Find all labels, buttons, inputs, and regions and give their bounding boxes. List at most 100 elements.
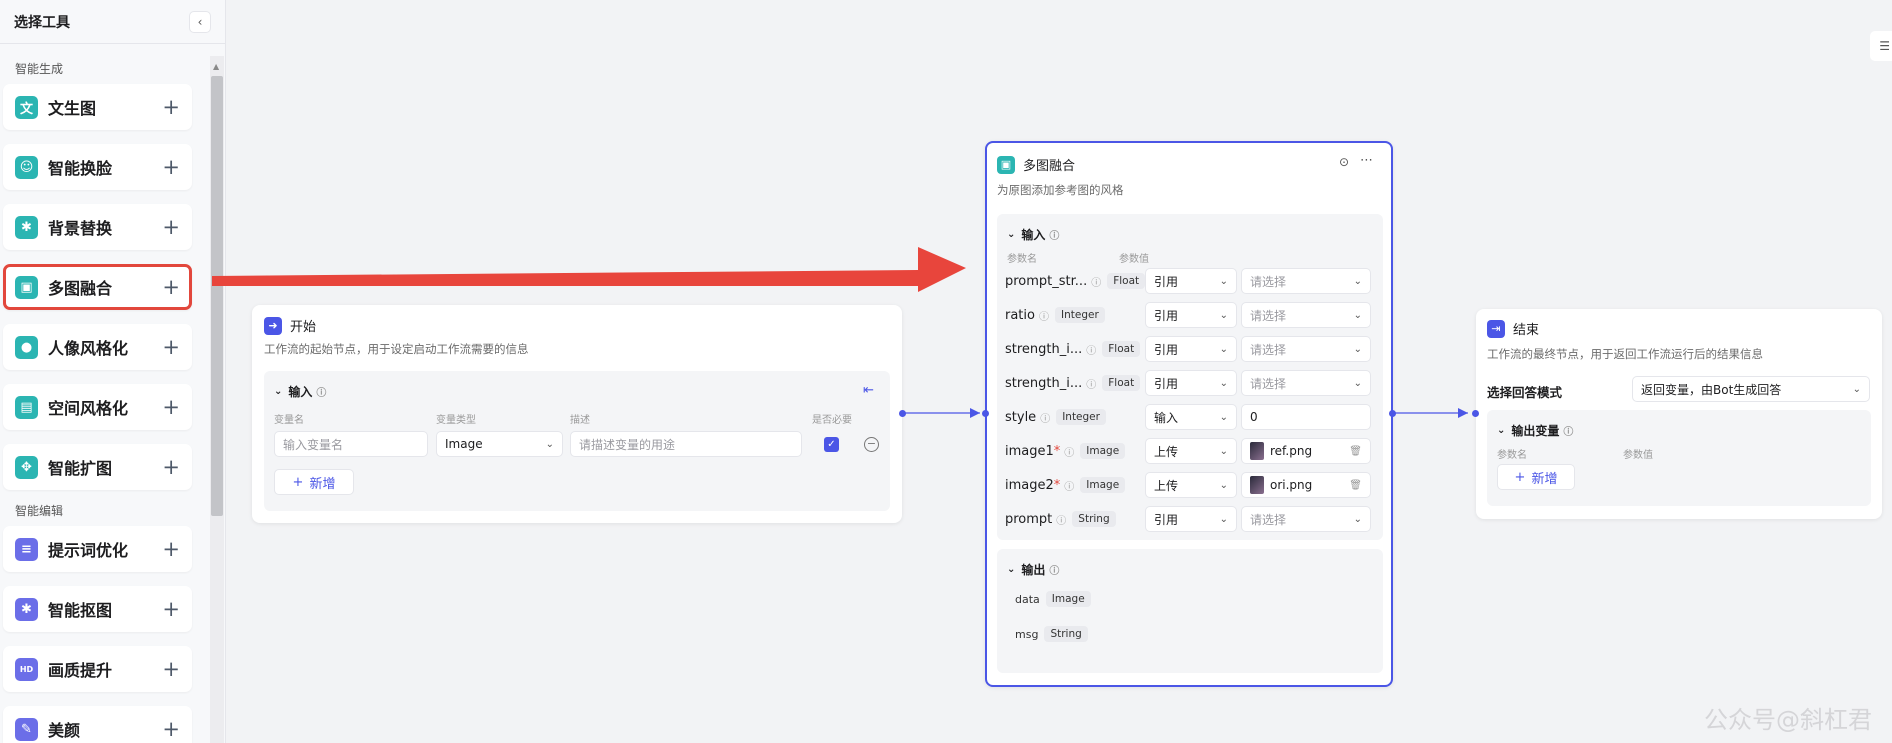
chevron-down-icon: ⌄	[1353, 513, 1362, 525]
param-value-select[interactable]: 请选择 ⌄	[1241, 302, 1371, 328]
param-row: ratio ⓘ Integer	[1005, 302, 1105, 328]
start-node-header: ➜ 开始	[264, 316, 316, 335]
param-name: prompt_str...	[1005, 273, 1088, 289]
start-node[interactable]: ➜ 开始 工作流的起始节点，用于设定启动工作流需要的信息 ⌄ 输入 ⓘ ⇤ 变量…	[252, 305, 902, 523]
output-row-data: data Image	[1015, 591, 1091, 607]
param-type-tag: Float	[1107, 273, 1146, 289]
param-type-tag: Integer	[1054, 307, 1105, 323]
col-header-name: 变量名	[274, 415, 304, 426]
param-type-tag: Image	[1080, 443, 1126, 459]
col-header-value: 参数值	[1119, 254, 1149, 265]
info-icon: ⓘ	[1049, 231, 1060, 242]
param-type-tag: Image	[1080, 477, 1126, 493]
fusion-input-port[interactable]	[982, 410, 989, 417]
input-section-header[interactable]: ⌄ 输入 ⓘ	[274, 383, 326, 400]
chevron-down-icon: ⌄	[1007, 564, 1016, 575]
chevron-down-icon: ⌄	[1353, 309, 1362, 321]
plus-icon: +	[292, 474, 304, 490]
file-name: ori.png	[1270, 478, 1313, 492]
param-mode-select[interactable]: 引用 ⌄	[1145, 506, 1237, 532]
param-row: strength_i... ⓘ Float	[1005, 336, 1141, 362]
image-thumbnail	[1250, 476, 1264, 494]
info-icon: ⓘ	[1086, 345, 1097, 357]
param-type-tag: String	[1072, 511, 1116, 527]
run-icon[interactable]: ⊙	[1339, 155, 1349, 169]
select-value: 请选择	[1250, 274, 1287, 289]
select-value: 请选择	[1250, 512, 1287, 527]
input-value: 0	[1250, 410, 1258, 424]
select-value: 输入	[1154, 410, 1179, 425]
node-title: 结束	[1513, 323, 1540, 338]
param-value-select[interactable]: 请选择 ⌄	[1241, 506, 1371, 532]
node-description: 工作流的起始节点，用于设定启动工作流需要的信息	[264, 342, 529, 356]
param-mode-select[interactable]: 引用 ⌄	[1145, 268, 1237, 294]
answer-mode-select[interactable]: 返回变量，由Bot生成回答 ⌄	[1632, 376, 1870, 402]
image-thumbnail	[1250, 442, 1264, 460]
col-header-name: 参数名	[1007, 254, 1037, 265]
param-row: prompt_str... ⓘ Float	[1005, 268, 1146, 294]
select-value: 请选择	[1250, 376, 1287, 391]
chevron-down-icon: ⌄	[1353, 343, 1362, 355]
end-input-port[interactable]	[1472, 410, 1479, 417]
param-row: style ⓘ Integer	[1005, 404, 1106, 430]
param-mode-select[interactable]: 上传 ⌄	[1145, 472, 1237, 498]
variable-type-select[interactable]: Image ⌄	[436, 431, 563, 457]
chevron-down-icon: ⌄	[1219, 411, 1228, 423]
node-title: 开始	[290, 320, 317, 335]
col-header-desc: 描述	[570, 415, 590, 426]
node-description: 为原图添加参考图的风格	[997, 183, 1124, 197]
param-mode-select[interactable]: 上传 ⌄	[1145, 438, 1237, 464]
param-value-select[interactable]: 请选择 ⌄	[1241, 268, 1371, 294]
param-value-input[interactable]: 0	[1241, 404, 1371, 430]
col-header-type: 变量类型	[436, 415, 476, 426]
output-section-header[interactable]: ⌄ 输出 ⓘ	[1007, 561, 1059, 578]
select-value: 上传	[1154, 444, 1179, 459]
start-output-port[interactable]	[899, 410, 906, 417]
param-mode-select[interactable]: 引用 ⌄	[1145, 336, 1237, 362]
fusion-output-port[interactable]	[1389, 410, 1396, 417]
param-mode-select[interactable]: 输入 ⌄	[1145, 404, 1237, 430]
param-file-upload[interactable]: ori.png 🗑	[1241, 472, 1371, 498]
trash-icon[interactable]: 🗑	[1349, 446, 1362, 457]
chevron-down-icon: ⌄	[1353, 377, 1362, 389]
param-mode-select[interactable]: 引用 ⌄	[1145, 302, 1237, 328]
chevron-down-icon: ⌄	[1219, 309, 1228, 321]
param-mode-select[interactable]: 引用 ⌄	[1145, 370, 1237, 396]
param-value-select[interactable]: 请选择 ⌄	[1241, 370, 1371, 396]
chevron-down-icon: ⌄	[1219, 513, 1228, 525]
param-name: strength_i...	[1005, 375, 1083, 391]
variable-name-input[interactable]: 输入变量名	[274, 431, 428, 457]
output-name: msg	[1015, 627, 1039, 641]
select-value: 请选择	[1250, 342, 1287, 357]
param-value-select[interactable]: 请选择 ⌄	[1241, 336, 1371, 362]
add-output-button[interactable]: + 新增	[1497, 464, 1575, 490]
trash-icon[interactable]: 🗑	[1349, 480, 1362, 491]
info-icon: ⓘ	[1064, 447, 1075, 459]
select-value: 引用	[1154, 308, 1179, 323]
fusion-node[interactable]: ▣ 多图融合 ⊙ ⋯ 为原图添加参考图的风格 ⌄ 输入 ⓘ 参数名 参数值 pr…	[985, 141, 1393, 687]
add-variable-button[interactable]: + 新增	[274, 469, 354, 495]
end-node[interactable]: ⇥ 结束 工作流的最终节点，用于返回工作流运行后的结果信息 选择回答模式 返回变…	[1476, 309, 1882, 519]
output-var-section-header[interactable]: ⌄ 输出变量 ⓘ	[1497, 422, 1573, 439]
select-value: 返回变量，由Bot生成回答	[1641, 382, 1782, 397]
info-icon: ⓘ	[1091, 277, 1102, 289]
button-label: 新增	[309, 476, 336, 492]
param-file-upload[interactable]: ref.png 🗑	[1241, 438, 1371, 464]
param-name: ratio	[1005, 307, 1035, 323]
param-name: image1	[1005, 443, 1054, 459]
param-type-tag: Float	[1102, 341, 1141, 357]
info-icon: ⓘ	[316, 388, 327, 399]
fusion-output-panel: ⌄ 输出 ⓘ data Image msg String	[997, 549, 1383, 673]
select-value: 上传	[1154, 478, 1179, 493]
import-icon[interactable]: ⇤	[863, 383, 874, 398]
param-row: strength_i... ⓘ Float	[1005, 370, 1141, 396]
param-name: strength_i...	[1005, 341, 1083, 357]
output-row-msg: msg String	[1015, 626, 1088, 642]
required-checkbox[interactable]: ✓	[824, 437, 839, 452]
variable-desc-input[interactable]: 请描述变量的用途	[570, 431, 802, 457]
param-row: prompt ⓘ String	[1005, 506, 1116, 532]
more-icon[interactable]: ⋯	[1360, 153, 1373, 168]
section-label: 输出	[1021, 563, 1046, 577]
input-section-header[interactable]: ⌄ 输入 ⓘ	[1007, 226, 1059, 243]
remove-variable-icon[interactable]: −	[864, 437, 879, 452]
